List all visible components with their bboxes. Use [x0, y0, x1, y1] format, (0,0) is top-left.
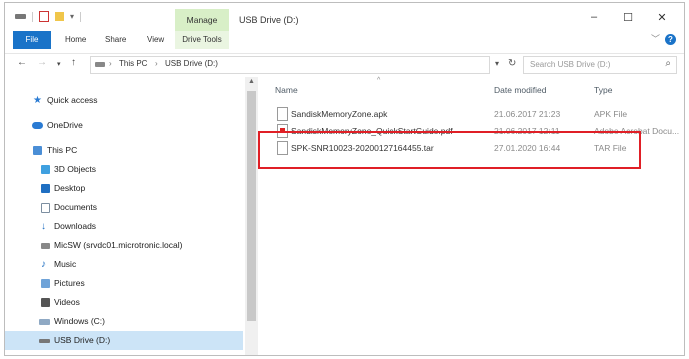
new-folder-icon[interactable] [55, 12, 64, 21]
recent-locations-button[interactable]: ▾ [57, 60, 61, 68]
file-date: 21.06.2017 21:23 [494, 109, 561, 119]
computer-icon [33, 146, 42, 155]
crumb-separator-icon: › [109, 59, 112, 68]
column-header-name[interactable]: Name [275, 85, 298, 95]
search-box[interactable]: Search USB Drive (D:) ⌕ [523, 56, 677, 74]
nav-label: USB Drive (D:) [54, 335, 111, 345]
tab-file[interactable]: File [13, 31, 51, 49]
tab-home[interactable]: Home [65, 31, 86, 49]
nav-label: Videos [54, 297, 80, 307]
nav-label: Desktop [54, 183, 86, 193]
explorer-window: ▾ Manage USB Drive (D:) – ☐ ✕ File Home … [4, 2, 685, 356]
address-bar[interactable]: › This PC › USB Drive (D:) [90, 56, 490, 74]
nav-label: 3D Objects [54, 164, 97, 174]
address-row: ← → ▾ ↑ › This PC › USB Drive (D:) ▾ ↻ S… [5, 53, 684, 76]
nav-label: This PC [47, 145, 78, 155]
drive-icon [39, 319, 50, 325]
title-bar: ▾ Manage USB Drive (D:) – ☐ ✕ [5, 3, 684, 31]
customize-qat-icon[interactable]: ▾ [70, 12, 74, 21]
nav-item-downloads[interactable]: ↓ Downloads [5, 217, 243, 236]
nav-item-quick-access[interactable]: ★ Quick access [5, 91, 243, 110]
scrollbar-thumb[interactable] [247, 91, 256, 321]
music-icon: ♪ [41, 259, 46, 270]
up-button[interactable]: ↑ [71, 57, 76, 68]
search-placeholder: Search USB Drive (D:) [530, 60, 611, 69]
videos-icon [41, 298, 50, 307]
nav-label: Documents [54, 202, 97, 212]
tab-view[interactable]: View [147, 31, 164, 49]
ribbon-expand-icon[interactable]: ﹀ [651, 32, 660, 45]
cloud-icon [32, 122, 43, 129]
file-list: ^ Name Date modified Type SandiskMemoryZ… [261, 77, 684, 355]
quick-access-toolbar: ▾ [15, 11, 82, 22]
usb-drive-icon [95, 62, 105, 67]
nav-scrollbar[interactable]: ▲ [245, 77, 258, 355]
nav-item-videos[interactable]: Videos [5, 293, 243, 312]
downloads-icon: ↓ [41, 221, 46, 232]
tab-share[interactable]: Share [105, 31, 126, 49]
nav-label: OneDrive [47, 120, 83, 130]
properties-icon[interactable] [39, 11, 49, 22]
nav-item-3d-objects[interactable]: 3D Objects [5, 160, 243, 179]
help-icon[interactable]: ? [665, 34, 676, 45]
file-icon [277, 107, 288, 121]
nav-item-music[interactable]: ♪ Music [5, 255, 243, 274]
file-name: SandiskMemoryZone.apk [291, 109, 388, 119]
nav-label: Pictures [54, 278, 85, 288]
nav-item-windows-c[interactable]: Windows (C:) [5, 312, 243, 331]
manage-context-tab[interactable]: Manage [175, 9, 229, 31]
toolbar-separator [32, 11, 33, 22]
nav-label: Music [54, 259, 77, 269]
scroll-up-icon[interactable]: ▲ [248, 78, 255, 85]
search-icon[interactable]: ⌕ [665, 58, 671, 69]
breadcrumb-usb-drive[interactable]: USB Drive (D:) [165, 59, 218, 68]
documents-icon [41, 203, 50, 213]
column-header-type[interactable]: Type [594, 85, 612, 95]
tab-drive-tools[interactable]: Drive Tools [175, 31, 229, 49]
toolbar-separator [80, 11, 82, 22]
nav-label: MicSW (srvdc01.microtronic.local) [54, 240, 183, 250]
sort-ascending-icon: ^ [377, 77, 381, 84]
nav-label: Windows (C:) [54, 316, 106, 326]
nav-item-micsw[interactable]: MicSW (srvdc01.microtronic.local) [5, 236, 243, 255]
breadcrumb-this-pc[interactable]: This PC [119, 59, 147, 68]
drive-icon[interactable] [15, 14, 26, 19]
nav-item-onedrive[interactable]: OneDrive [5, 116, 243, 135]
network-drive-icon [41, 243, 50, 249]
nav-item-pictures[interactable]: Pictures [5, 274, 243, 293]
crumb-separator-icon: › [155, 59, 158, 68]
maximize-button[interactable]: ☐ [613, 11, 643, 24]
navigation-pane: ★ Quick access OneDrive This PC 3D Objec… [5, 77, 243, 355]
file-type: APK File [594, 109, 628, 119]
nav-item-documents[interactable]: Documents [5, 198, 243, 217]
file-row[interactable]: SandiskMemoryZone.apk 21.06.2017 21:23 A… [261, 105, 684, 123]
cube-icon [41, 165, 50, 174]
window-title: USB Drive (D:) [239, 15, 299, 25]
desktop-icon [41, 184, 50, 193]
nav-label: Downloads [54, 221, 97, 231]
refresh-icon[interactable]: ↻ [508, 58, 516, 69]
pictures-icon [41, 279, 50, 288]
minimize-button[interactable]: – [579, 11, 609, 23]
nav-label: Quick access [47, 95, 98, 105]
close-button[interactable]: ✕ [647, 11, 677, 24]
back-button[interactable]: ← [17, 57, 27, 68]
address-dropdown-icon[interactable]: ▾ [495, 59, 499, 68]
highlight-annotation-box [258, 131, 641, 169]
ribbon-tabs: File Home Share View Drive Tools ﹀ ? [5, 31, 684, 49]
nav-item-usb-drive[interactable]: USB Drive (D:) [5, 331, 243, 350]
nav-item-this-pc[interactable]: This PC [5, 141, 243, 160]
forward-button[interactable]: → [37, 57, 47, 68]
column-header-date[interactable]: Date modified [494, 85, 546, 95]
usb-icon [39, 339, 50, 343]
nav-item-desktop[interactable]: Desktop [5, 179, 243, 198]
star-icon: ★ [33, 95, 42, 106]
